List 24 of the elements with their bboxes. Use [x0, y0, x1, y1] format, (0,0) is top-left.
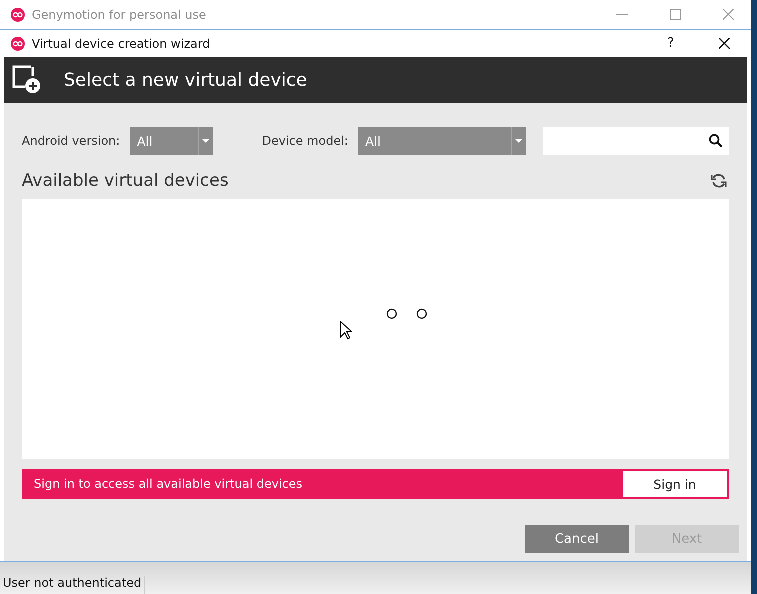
maximize-icon[interactable]	[670, 9, 680, 20]
search-field[interactable]	[543, 127, 729, 155]
refresh-icon[interactable]	[711, 172, 727, 188]
help-button[interactable]: ?	[648, 36, 694, 51]
caret-icon	[515, 139, 524, 143]
dropdown[interactable]: All	[358, 127, 526, 155]
status-text: User not authenticated	[0, 576, 145, 594]
cancel-button[interactable]: Cancel	[525, 525, 629, 553]
filter-label: Android version:	[22, 134, 120, 148]
dropdown[interactable]: All	[130, 127, 214, 155]
window-title: Genymotion for personal use	[32, 8, 208, 22]
section-title: Available virtual devices	[22, 170, 229, 190]
app-logo-icon	[11, 8, 25, 22]
app-logo-icon	[11, 36, 25, 50]
dialog-title: Virtual device creation wizard	[32, 36, 212, 50]
search-icon	[709, 134, 723, 148]
mouse-pointer-icon	[340, 321, 352, 340]
close-icon[interactable]	[718, 38, 730, 49]
wizard-heading: Select a new virtual device	[64, 70, 308, 90]
caret-icon	[202, 139, 210, 143]
banner-message: Sign in to access all available virtual devices	[34, 477, 303, 491]
add-device-icon	[12, 65, 42, 95]
sign-in-button[interactable]: Sign in	[623, 471, 727, 497]
filter-label: Device model:	[262, 134, 348, 148]
